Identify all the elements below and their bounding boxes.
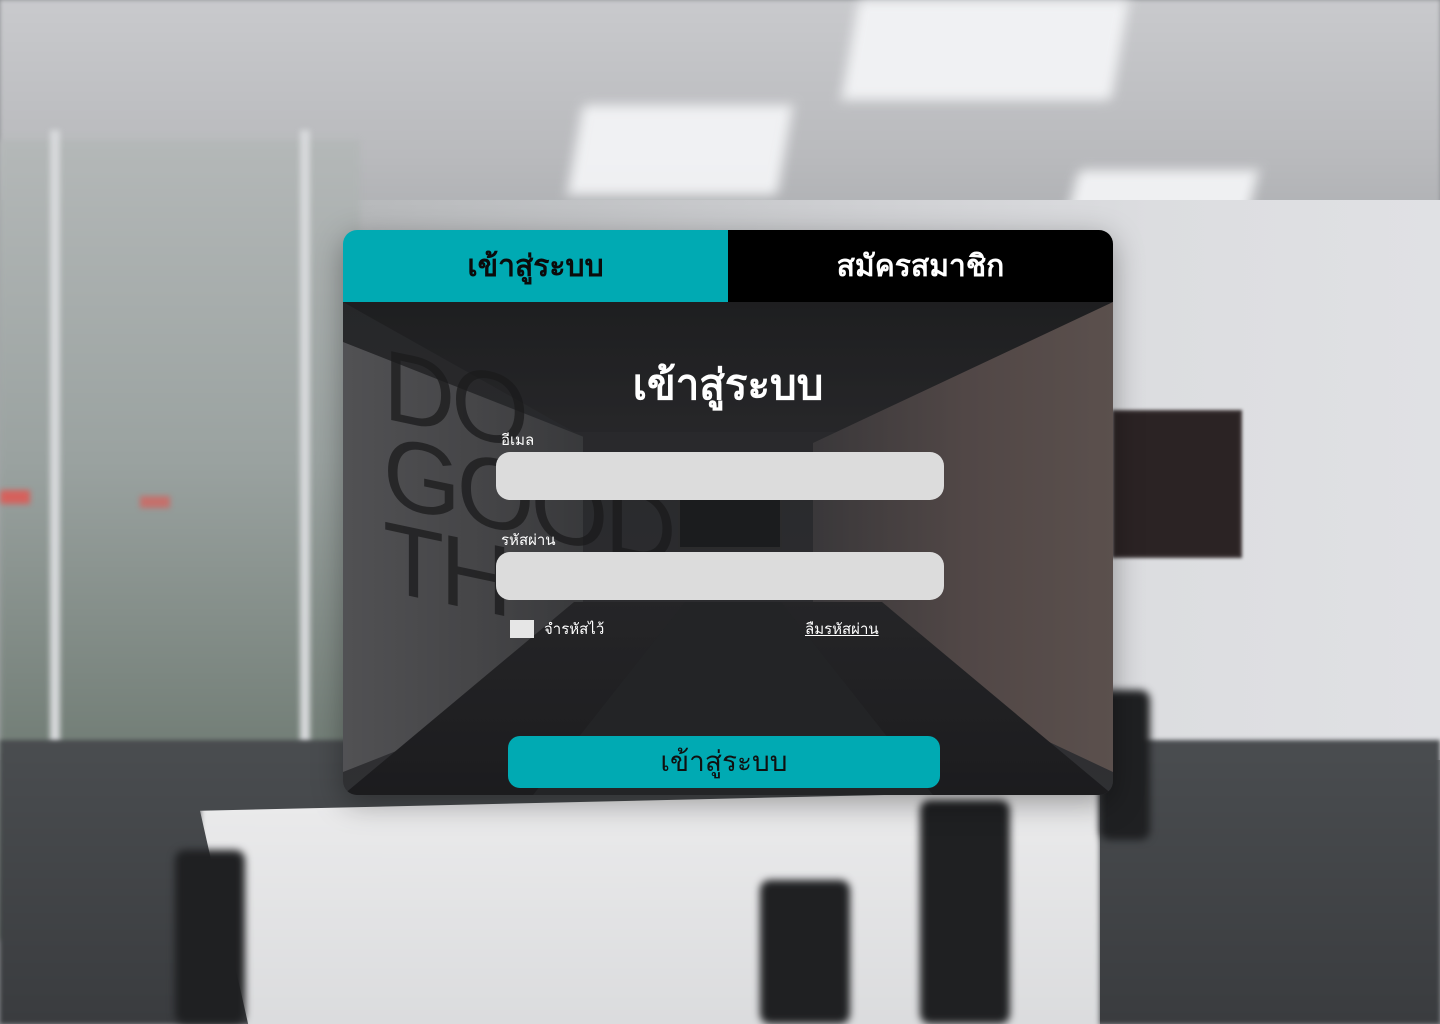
chair [175,850,245,1024]
exit-sign [140,496,170,508]
remember-me: จำรหัสไว้ [510,617,604,641]
auth-tabs: เข้าสู่ระบบ สมัครสมาชิก [343,230,1113,302]
chair [760,880,850,1024]
login-panel: DO GOOD TH เข้าสู่ระบบ อีเมล รหัสผ่าน จำ… [343,302,1113,795]
remember-checkbox[interactable] [510,620,534,638]
chair [920,800,1010,1024]
login-button[interactable]: เข้าสู่ระบบ [508,736,940,788]
remember-label: จำรหัสไว้ [544,620,605,638]
forgot-password-link[interactable]: ลืมรหัสผ่าน [805,617,879,641]
password-label: รหัสผ่าน [501,531,556,549]
ceiling-light [567,105,793,195]
wall-tv [1112,410,1242,558]
tab-register[interactable]: สมัครสมาชิก [728,230,1113,302]
tab-login[interactable]: เข้าสู่ระบบ [343,230,728,302]
exit-sign [0,490,30,504]
password-field[interactable] [496,552,944,600]
email-label: อีเมล [501,431,535,449]
login-card: เข้าสู่ระบบ สมัครสมาชิก DO GOOD TH เข้าส… [343,230,1113,795]
form-title: เข้าสู่ระบบ [632,360,824,409]
email-field[interactable] [496,452,944,500]
ceiling-light [841,0,1129,100]
